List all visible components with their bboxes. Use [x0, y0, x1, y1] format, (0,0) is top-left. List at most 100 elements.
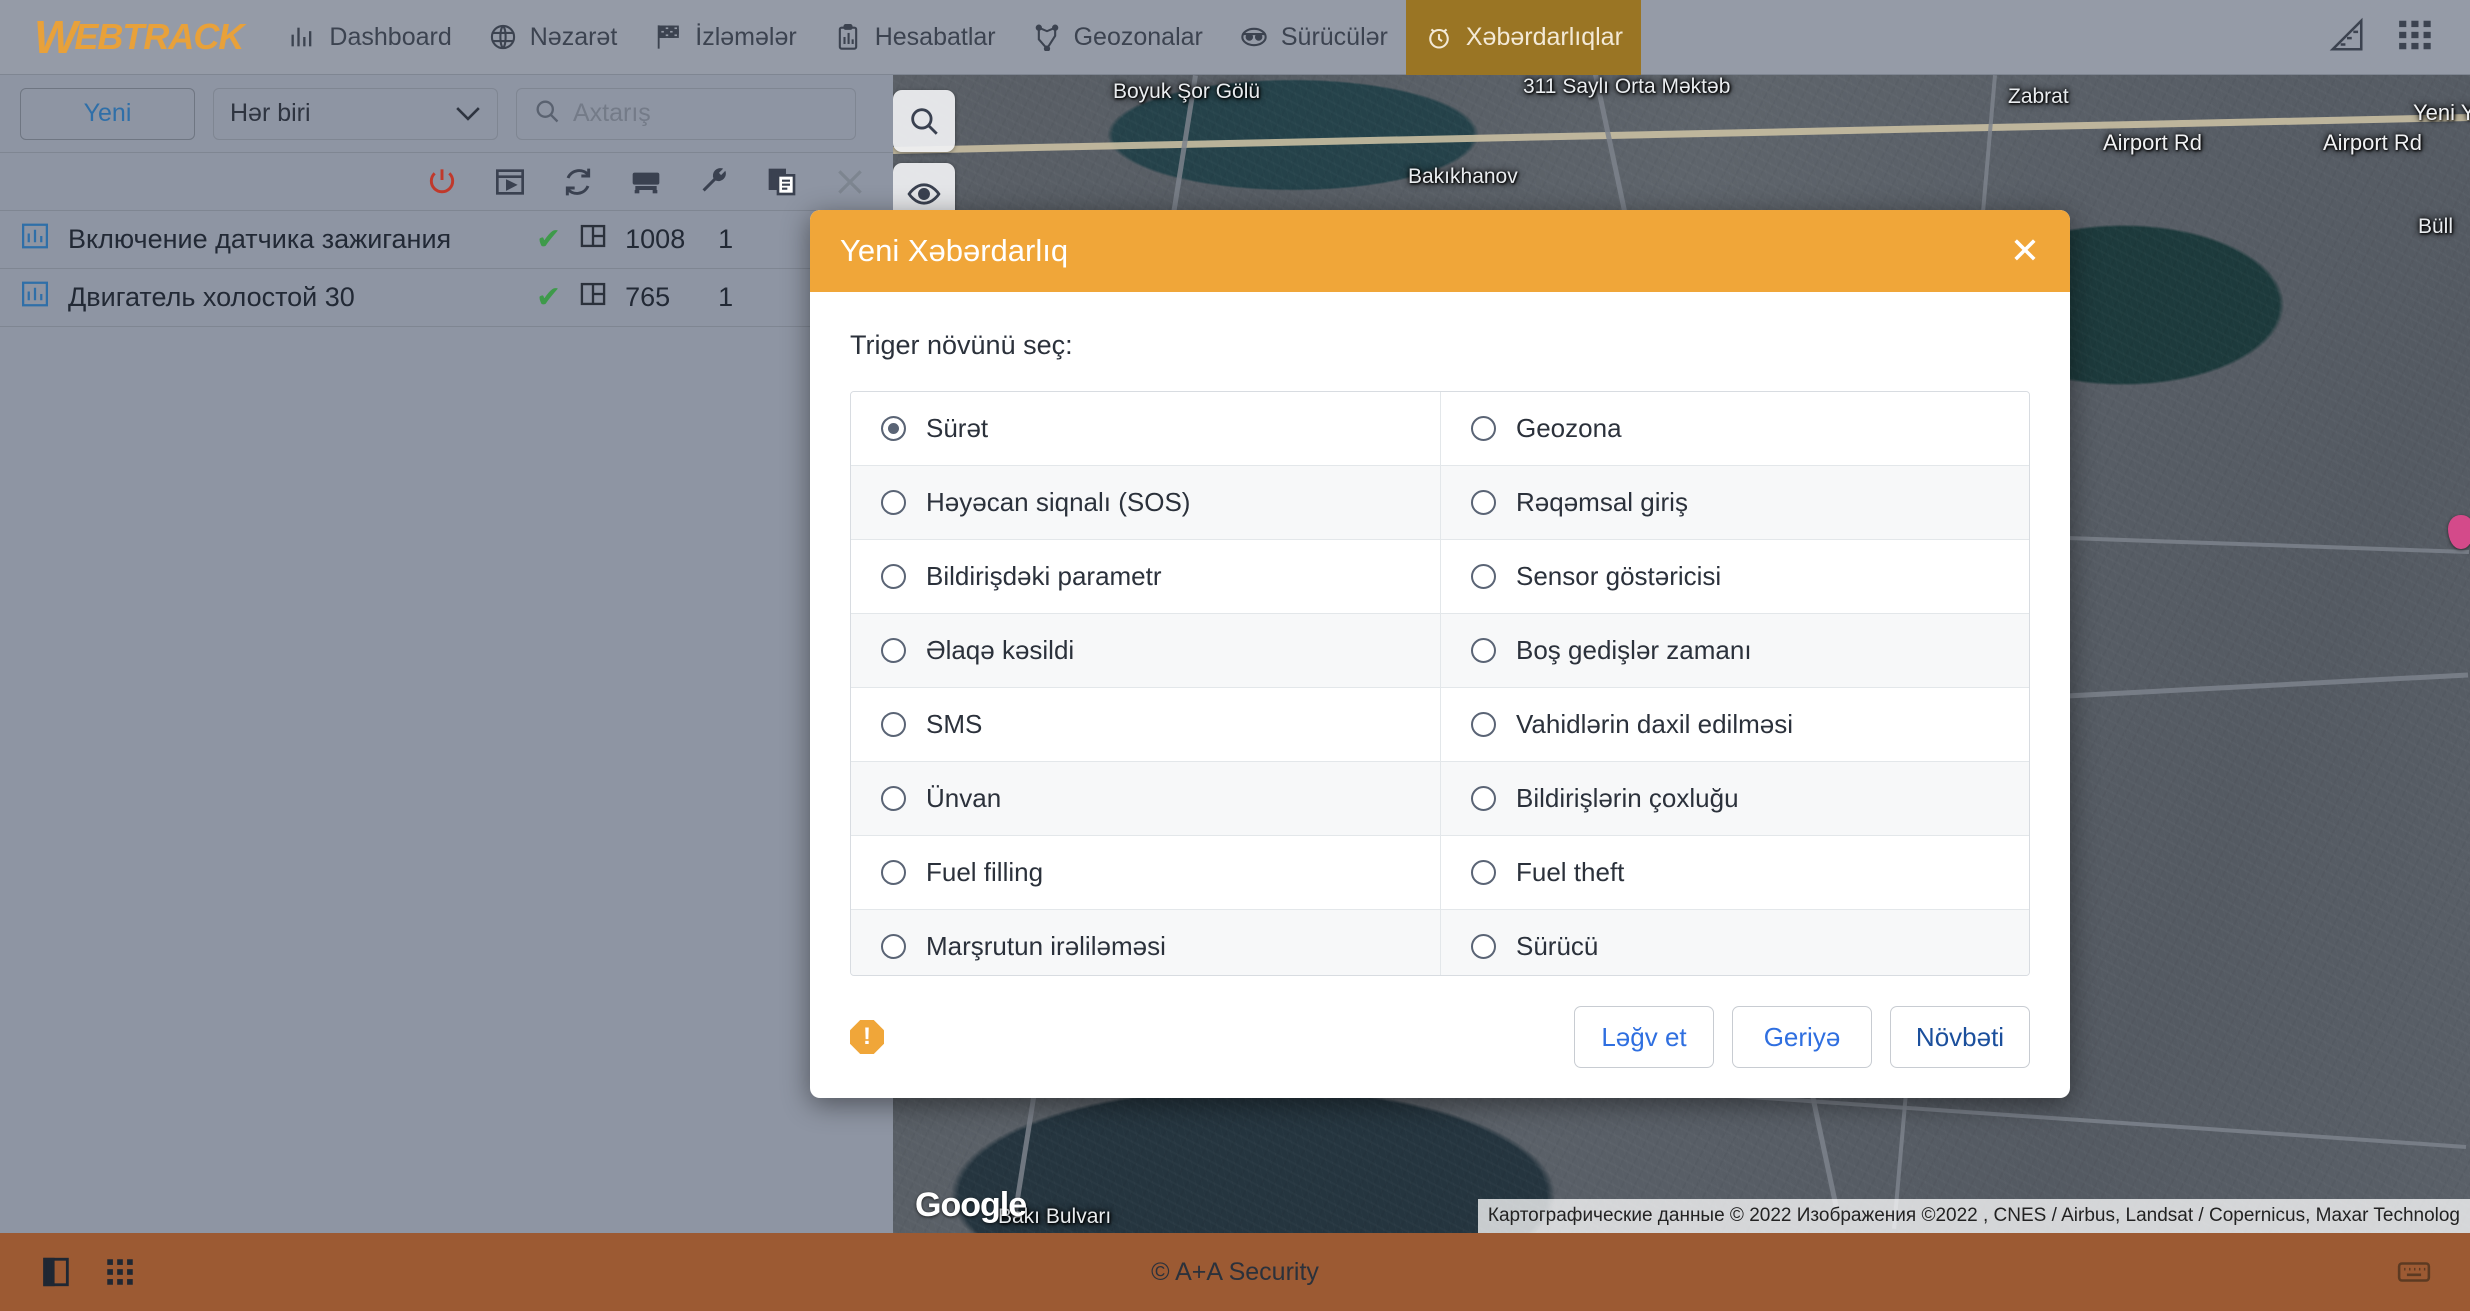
new-alert-dialog: Yeni Xəbərdarlıq ✕ Triger növünü seç: Sü… — [810, 210, 2070, 1098]
nav-items: Dashboard Nəzarət İzləmələr Hesabatlar Geozo… — [269, 0, 1641, 75]
new-button[interactable]: Yeni — [20, 87, 195, 140]
radio-button-icon[interactable] — [1471, 638, 1496, 663]
radio-button-icon[interactable] — [881, 564, 906, 589]
alert-clock-icon — [1424, 22, 1454, 52]
keyboard-icon[interactable] — [2394, 1252, 2434, 1292]
logo-w: W — [34, 11, 77, 63]
google-watermark: Google — [915, 1186, 1027, 1224]
bar-chart-icon — [287, 22, 317, 52]
trigger-option[interactable]: Marşrutun irəliləməsi — [851, 910, 1440, 975]
warning-icon: ! — [850, 1020, 884, 1054]
radio-button-icon[interactable] — [1471, 564, 1496, 589]
wrench-icon[interactable] — [697, 165, 731, 199]
truck-icon[interactable] — [629, 165, 663, 199]
radio-button-icon[interactable] — [881, 786, 906, 811]
trigger-option[interactable]: Sürət — [851, 392, 1440, 466]
nav-item-label: Xəbərdarlıqlar — [1465, 22, 1623, 51]
grid-icon[interactable] — [100, 1252, 140, 1292]
cancel-button[interactable]: Ləğv et — [1574, 1006, 1714, 1068]
nav-item-label: İzləmələr — [695, 22, 797, 51]
trigger-option[interactable]: Boş gedişlər zamanı — [1440, 614, 2029, 688]
radio-button-icon[interactable] — [881, 934, 906, 959]
alert-row[interactable]: Включение датчика зажигания ✔ 1008 1 — [0, 211, 893, 269]
radio-button-icon[interactable] — [1471, 934, 1496, 959]
layout-icon — [579, 280, 607, 315]
radio-button-icon[interactable] — [881, 860, 906, 885]
nav-item-s-r-c-l-r[interactable]: Sürücülər — [1221, 0, 1406, 75]
radio-button-icon[interactable] — [881, 490, 906, 515]
trigger-type-scroll[interactable]: Sürət Geozona Həyəcan siqnalı (SOS) Rəqəmsa… — [851, 392, 2029, 975]
nav-item-dashboard[interactable]: Dashboard — [269, 0, 469, 75]
trigger-option-label: Vahidlərin daxil edilməsi — [1516, 709, 1793, 739]
alert-list: Включение датчика зажигания ✔ 1008 1 Двигате… — [0, 211, 893, 327]
trigger-type-grid: Sürət Geozona Həyəcan siqnalı (SOS) Rəqəmsa… — [851, 392, 2029, 975]
alert-row[interactable]: Двигатель холостой 30 ✔ 765 1 — [0, 269, 893, 327]
map-attribution: Картографические данные © 2022 Изображен… — [1477, 1199, 2470, 1233]
trigger-option-label: Əlaqə kəsildi — [926, 635, 1075, 665]
alert-row-count: 765 — [625, 282, 671, 312]
trigger-option[interactable]: Ünvan — [851, 762, 1440, 836]
status-bar: © A+A Security — [0, 1233, 2470, 1311]
trigger-option[interactable]: Fuel filling — [851, 836, 1440, 910]
trigger-type-list[interactable]: Sürət Geozona Həyəcan siqnalı (SOS) Rəqəmsa… — [850, 391, 2030, 976]
trigger-option[interactable]: Vahidlərin daxil edilməsi — [1440, 688, 2029, 762]
search-icon — [533, 97, 561, 130]
next-button[interactable]: Növbəti — [1890, 1006, 2030, 1068]
filter-select-value: Hər biri — [230, 99, 311, 127]
radio-button-icon[interactable] — [1471, 712, 1496, 737]
trigger-option-label: Ünvan — [926, 783, 1002, 813]
trigger-option[interactable]: Bildirişdəki parametr — [851, 540, 1440, 614]
trigger-option-label: Sürət — [926, 413, 989, 443]
logo-text: EBTRACK — [74, 16, 244, 57]
trigger-option-label: SMS — [926, 709, 983, 739]
nav-item-geozonalar[interactable]: Geozonalar — [1014, 0, 1221, 75]
status-check-icon: ✔ — [536, 223, 562, 256]
trigger-option[interactable]: Rəqəmsal giriş — [1440, 466, 2029, 540]
ruler-icon[interactable] — [2328, 16, 2366, 59]
map-pin[interactable] — [2448, 515, 2470, 549]
filter-select[interactable]: Hər biri — [213, 87, 498, 140]
trigger-option[interactable]: Fuel theft — [1440, 836, 2029, 910]
nav-item-hesabatlar[interactable]: Hesabatlar — [815, 0, 1014, 75]
panel-toggle-icon[interactable] — [36, 1252, 76, 1292]
trigger-option-label: Boş gedişlər zamanı — [1516, 635, 1752, 665]
trigger-option[interactable]: Geozona — [1440, 392, 2029, 466]
map-search-icon[interactable] — [893, 90, 955, 152]
app-logo[interactable]: W EBTRACK — [0, 14, 269, 60]
radio-button-icon[interactable] — [1471, 786, 1496, 811]
trigger-option[interactable]: Sürücü — [1440, 910, 2029, 975]
apps-grid-icon[interactable] — [2396, 16, 2434, 59]
nav-right-icons — [2328, 16, 2470, 59]
search-placeholder: Axtarış — [573, 99, 651, 127]
row-chart-icon — [20, 279, 50, 316]
alert-row-name: Двигатель холостой 30 — [68, 282, 355, 312]
trigger-option-label: Marşrutun irəliləməsi — [926, 931, 1166, 961]
power-icon[interactable] — [425, 165, 459, 199]
nav-item-n-zar-t[interactable]: Nəzarət — [470, 0, 636, 75]
close-icon[interactable] — [833, 165, 867, 199]
copyright-text: © A+A Security — [1151, 1257, 1319, 1286]
radio-button-icon[interactable] — [1471, 490, 1496, 515]
radio-button-icon[interactable] — [1471, 416, 1496, 441]
radio-button-icon[interactable] — [881, 712, 906, 737]
trigger-option[interactable]: Sensor göstəricisi — [1440, 540, 2029, 614]
close-icon[interactable]: ✕ — [2010, 233, 2040, 269]
top-navigation-bar: W EBTRACK Dashboard Nəzarət İzləmələr Hesaba… — [0, 0, 2470, 75]
radio-button-icon[interactable] — [881, 638, 906, 663]
trigger-option[interactable]: Həyəcan siqnalı (SOS) — [851, 466, 1440, 540]
checkered-flag-icon — [653, 22, 683, 52]
video-window-icon[interactable] — [493, 165, 527, 199]
trigger-option[interactable]: Əlaqə kəsildi — [851, 614, 1440, 688]
refresh-icon[interactable] — [561, 165, 595, 199]
radio-button-icon[interactable] — [881, 416, 906, 441]
back-button[interactable]: Geriyə — [1732, 1006, 1872, 1068]
trigger-option[interactable]: Bildirişlərin çoxluğu — [1440, 762, 2029, 836]
radio-button-icon[interactable] — [1471, 860, 1496, 885]
search-input[interactable]: Axtarış — [516, 87, 856, 140]
nav-item-label: Sürücülər — [1280, 22, 1388, 51]
trigger-option[interactable]: SMS — [851, 688, 1440, 762]
globe-icon — [488, 22, 518, 52]
nav-item-x-b-rdarl-qlar[interactable]: Xəbərdarlıqlar — [1405, 0, 1641, 75]
nav-item-i-zl-m-l-r[interactable]: İzləmələr — [635, 0, 814, 75]
copy-icon[interactable] — [765, 165, 799, 199]
